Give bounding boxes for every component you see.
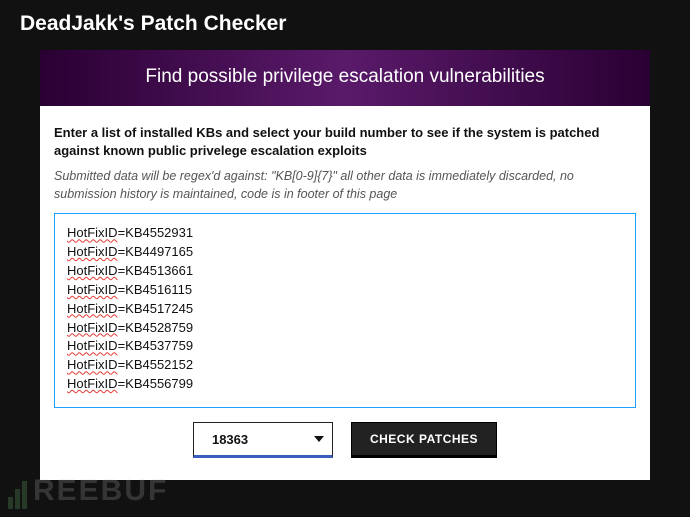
hero-banner: Find possible privilege escalation vulne… (40, 50, 650, 106)
hero-title: Find possible privilege escalation vulne… (50, 66, 640, 88)
disclaimer-text: Submitted data will be regex'd against: … (54, 167, 636, 203)
brand-title: DeadJakk's Patch Checker (20, 12, 670, 36)
main-card: Enter a list of installed KBs and select… (40, 106, 650, 480)
build-select-value: 18363 (212, 432, 248, 447)
top-nav: DeadJakk's Patch Checker (0, 0, 690, 50)
build-select[interactable]: 18363 (193, 422, 333, 458)
instructions-text: Enter a list of installed KBs and select… (54, 124, 636, 159)
kb-textarea-wrap: HotFixID=KB4552931 HotFixID=KB4497165 Ho… (54, 213, 636, 408)
watermark-bars-icon (8, 475, 29, 509)
check-patches-button[interactable]: CHECK PATCHES (351, 422, 497, 458)
kb-textarea[interactable]: HotFixID=KB4552931 HotFixID=KB4497165 Ho… (54, 213, 636, 408)
chevron-down-icon (314, 436, 324, 442)
controls-row: 18363 CHECK PATCHES (54, 422, 636, 458)
